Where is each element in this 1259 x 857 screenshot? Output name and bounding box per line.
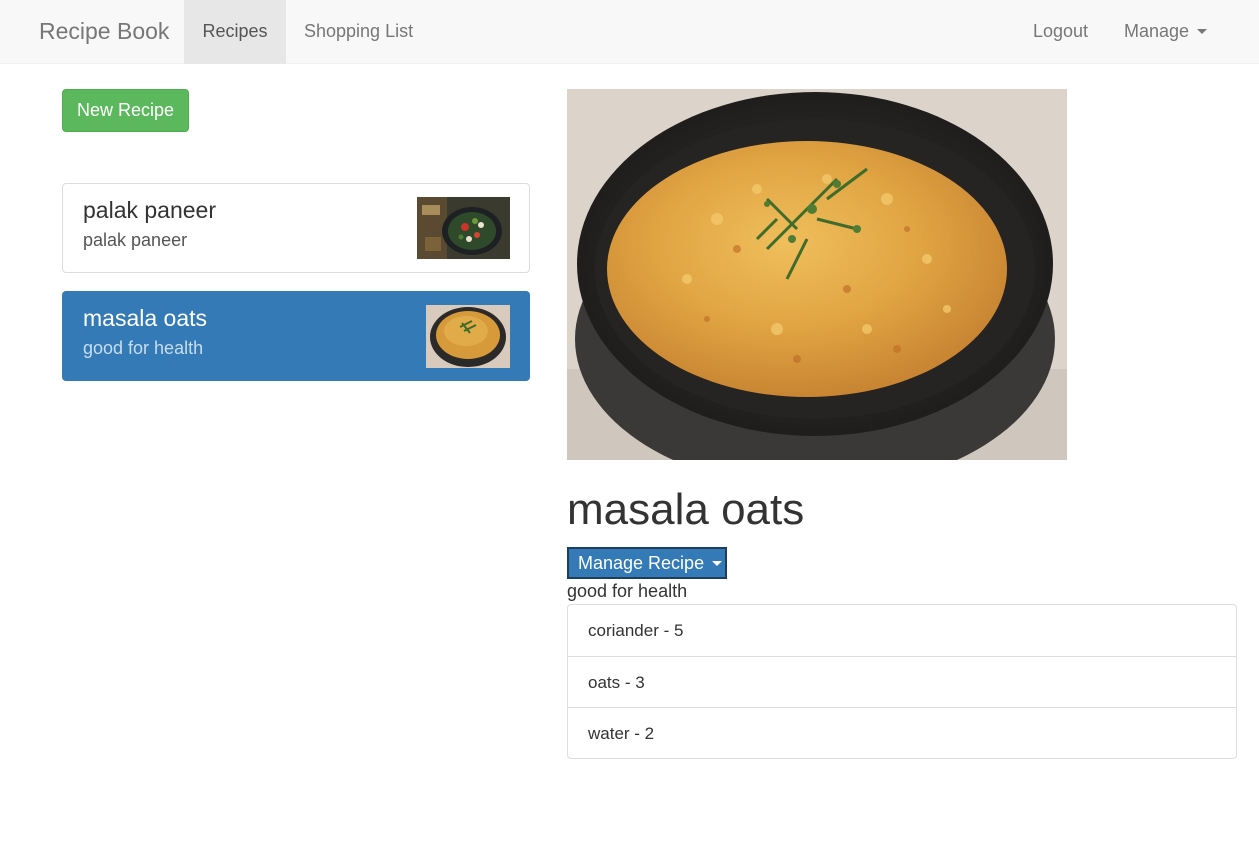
- recipe-description: good for health: [83, 338, 204, 358]
- recipe-thumbnail: [417, 197, 510, 259]
- nav-shopping-list[interactable]: Shopping List: [304, 0, 413, 64]
- recipe-name: palak paneer: [83, 197, 216, 223]
- recipe-description: good for health: [567, 581, 688, 601]
- recipe-title: masala oats: [567, 485, 805, 534]
- recipe-thumbnail: [426, 305, 510, 368]
- new-recipe-button[interactable]: New Recipe: [62, 89, 189, 132]
- recipe-description: palak paneer: [83, 230, 188, 250]
- manage-recipe-button[interactable]: Manage Recipe: [567, 547, 727, 579]
- manage-recipe-label: Manage Recipe: [578, 553, 705, 573]
- manage-dropdown[interactable]: Manage: [1124, 0, 1208, 64]
- ingredient-item[interactable]: oats - 3: [568, 656, 1236, 707]
- brand-link[interactable]: Recipe Book: [39, 0, 169, 64]
- recipe-item-palak-paneer[interactable]: palak paneer palak paneer: [62, 183, 530, 273]
- logout-link[interactable]: Logout: [1033, 0, 1088, 64]
- top-navbar: Recipe Book Recipes Shopping List Logout…: [0, 0, 1259, 64]
- nav-recipes[interactable]: Recipes: [184, 0, 286, 64]
- recipe-item-masala-oats[interactable]: masala oats good for health: [62, 291, 530, 381]
- ingredient-list: coriander - 5 oats - 3 water - 2: [567, 604, 1237, 759]
- ingredient-item[interactable]: coriander - 5: [568, 605, 1236, 656]
- caret-down-icon: [1197, 28, 1208, 34]
- ingredient-item[interactable]: water - 2: [568, 707, 1236, 758]
- recipe-image: [567, 89, 1067, 460]
- caret-down-icon: [712, 560, 723, 566]
- recipe-name: masala oats: [83, 305, 208, 331]
- manage-dropdown-label: Manage: [1124, 21, 1190, 41]
